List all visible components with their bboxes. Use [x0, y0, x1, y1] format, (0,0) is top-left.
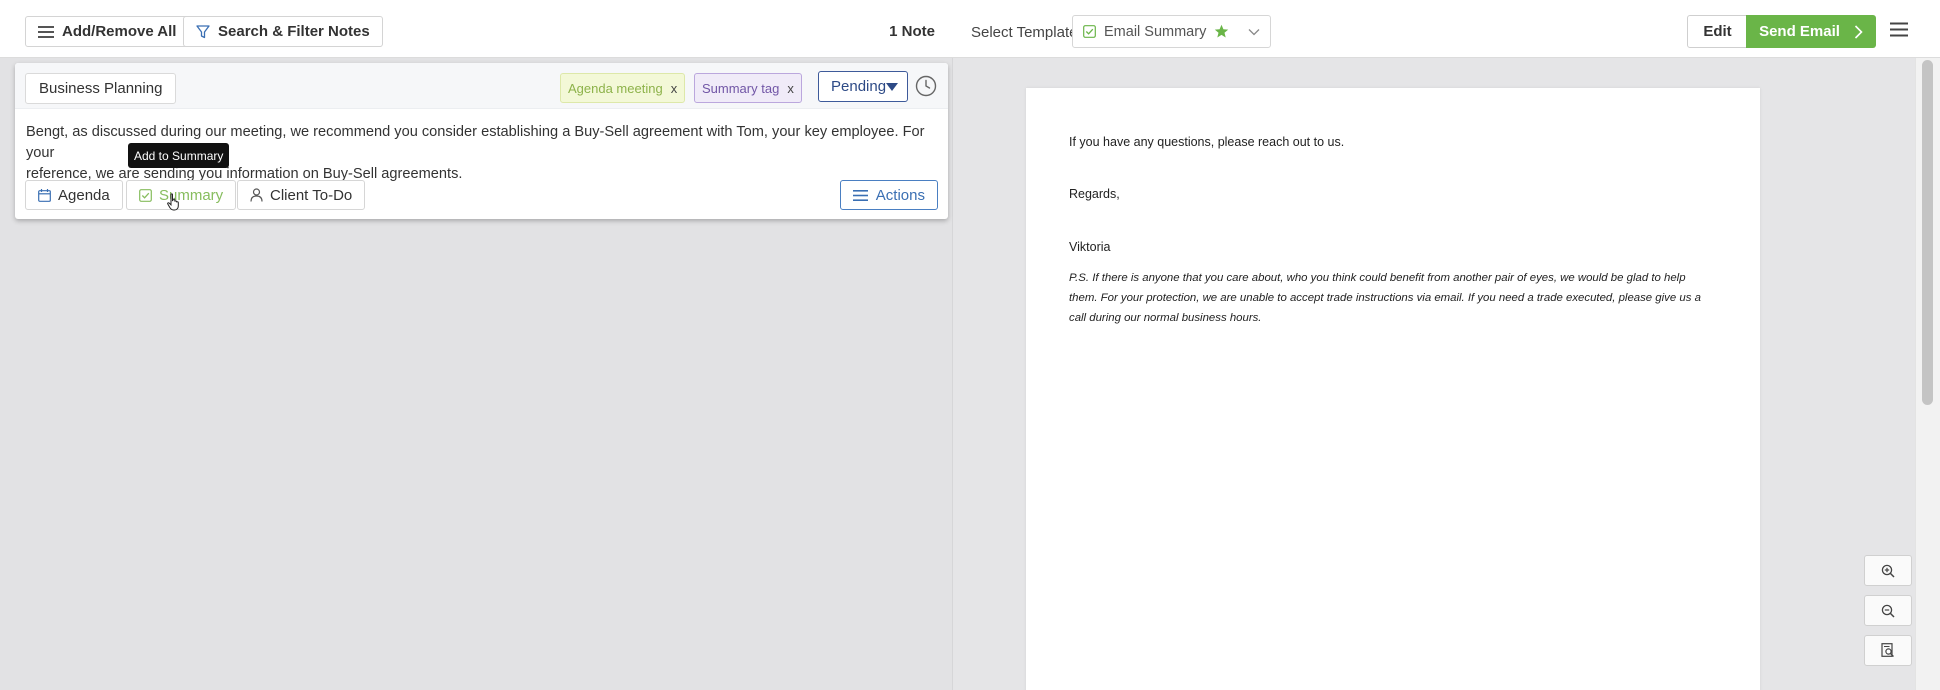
note-count: 1 Note: [889, 23, 935, 40]
filter-icon: [196, 24, 210, 39]
preview-toolbar: Select Template Email Summary Edit Send …: [953, 0, 1940, 58]
note-actions-row: Agenda Summary Client To-Do Actions: [25, 180, 938, 211]
note-category[interactable]: Business Planning: [25, 73, 177, 104]
hamburger-icon: [38, 25, 54, 39]
send-email-button[interactable]: Send Email: [1746, 15, 1876, 48]
note-header: Business Planning Agenda meeting x Summa…: [15, 63, 948, 109]
client-todo-button[interactable]: Client To-Do: [237, 180, 366, 210]
zoom-out-button[interactable]: [1864, 595, 1912, 626]
tag-label: Agenda meeting: [568, 80, 663, 96]
calendar-icon: [38, 188, 51, 202]
notes-toolbar: Add/Remove All Search & Filter Notes 1 N…: [0, 0, 953, 58]
list-icon: [852, 189, 868, 202]
search-filter-notes-button[interactable]: Search & Filter Notes: [183, 16, 383, 47]
summary-button[interactable]: Summary: [126, 180, 237, 210]
agenda-button-label: Agenda: [58, 186, 110, 204]
add-to-summary-tooltip: Add to Summary: [128, 143, 230, 168]
scrollbar-thumb[interactable]: [1922, 60, 1933, 405]
notes-pane: Add/Remove All Search & Filter Notes 1 N…: [0, 0, 953, 690]
chevron-down-icon: [1248, 28, 1260, 36]
email-postscript: P.S. If there is anyone that you care ab…: [1069, 272, 1701, 324]
preview-scrollbar[interactable]: [1915, 58, 1940, 690]
template-dropdown[interactable]: Email Summary: [1072, 15, 1271, 48]
actions-button[interactable]: Actions: [839, 180, 938, 210]
tag-agenda-meeting[interactable]: Agenda meeting x: [560, 73, 686, 103]
zoom-out-icon: [1881, 604, 1895, 618]
fit-page-button[interactable]: [1864, 635, 1912, 666]
user-icon: [250, 188, 263, 202]
email-signature: Viktoria: [1069, 240, 1111, 254]
send-email-label: Send Email: [1759, 23, 1840, 40]
remove-tag-x-icon[interactable]: x: [787, 81, 794, 96]
email-line: Regards,: [1069, 187, 1120, 201]
add-remove-all-button[interactable]: Add/Remove All: [25, 16, 190, 47]
check-square-icon: [139, 188, 152, 202]
search-filter-notes-label: Search & Filter Notes: [218, 23, 370, 40]
template-value: Email Summary: [1104, 23, 1207, 40]
tag-summary-tag[interactable]: Summary tag x: [694, 73, 802, 103]
email-preview-page: If you have any questions, please reach …: [1026, 88, 1760, 690]
agenda-button[interactable]: Agenda: [25, 180, 123, 210]
caret-down-icon: [886, 82, 899, 91]
hand-cursor-icon: [167, 193, 181, 211]
status-dropdown[interactable]: Pending: [818, 71, 908, 102]
fit-page-icon: [1881, 643, 1895, 658]
edit-button[interactable]: Edit: [1687, 15, 1748, 48]
star-icon[interactable]: [1214, 24, 1229, 39]
chevron-right-icon: [1854, 24, 1863, 39]
note-card: Business Planning Agenda meeting x Summa…: [15, 63, 948, 219]
menu-hamburger-icon[interactable]: [1890, 22, 1908, 37]
add-remove-all-label: Add/Remove All: [62, 23, 177, 40]
status-value: Pending: [831, 78, 887, 95]
actions-button-label: Actions: [875, 186, 925, 204]
tag-label: Summary tag: [702, 80, 780, 96]
email-preview-area: If you have any questions, please reach …: [953, 58, 1915, 690]
zoom-in-button[interactable]: [1864, 555, 1912, 586]
zoom-in-icon: [1881, 564, 1895, 578]
client-todo-button-label: Client To-Do: [270, 186, 353, 204]
email-line: If you have any questions, please reach …: [1069, 135, 1345, 149]
select-template-label: Select Template: [971, 24, 1078, 41]
remove-tag-x-icon[interactable]: x: [671, 81, 678, 96]
clock-icon[interactable]: [915, 75, 937, 97]
check-square-icon: [1083, 25, 1096, 38]
